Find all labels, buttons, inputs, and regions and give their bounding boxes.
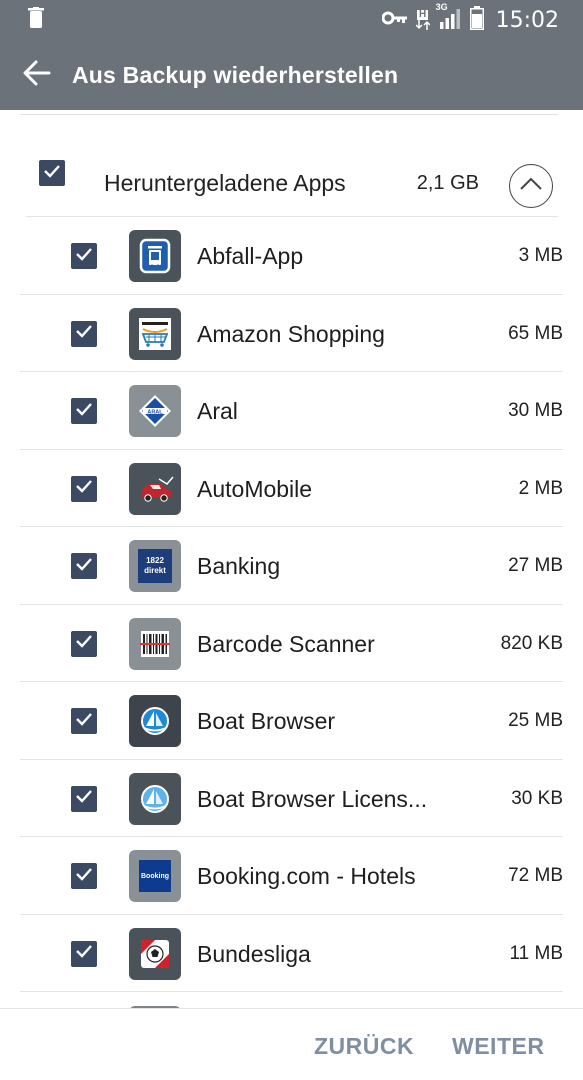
app-size: 25 MB — [508, 710, 563, 731]
svg-text:ARAL: ARAL — [147, 409, 163, 415]
app-checkbox[interactable] — [71, 553, 97, 579]
bottom-bar: ZURÜCK WEITER — [0, 1008, 583, 1080]
collapse-button[interactable] — [509, 164, 553, 208]
app-size: 2 MB — [518, 477, 563, 499]
check-icon — [75, 944, 93, 963]
check-icon — [75, 712, 93, 731]
list-item[interactable]: 1822 direkt Banking 27 MB — [0, 527, 583, 605]
barcode-icon — [129, 617, 181, 670]
app-size: 30 KB — [511, 787, 563, 809]
app-checkbox[interactable] — [71, 475, 97, 502]
amazon-icon — [129, 307, 181, 360]
app-size: 30 MB — [508, 400, 563, 421]
arrow-left-icon — [23, 60, 51, 91]
boat-browser-icon — [129, 695, 181, 747]
app-name: Amazon Shopping — [197, 320, 385, 347]
automobile-icon — [129, 462, 181, 515]
aral-icon: ARAL — [129, 385, 181, 437]
app-name: Abfall-App — [197, 243, 304, 269]
battery-icon — [469, 5, 484, 35]
app-name: Boat Browser — [197, 708, 336, 734]
signal-icon: 3G — [436, 2, 462, 35]
list-item[interactable]: Boat Browser 25 MB — [0, 682, 583, 760]
list-item[interactable]: Booking Booking.com - Hotels 72 MB — [0, 837, 583, 915]
app-size: 3 MB — [518, 245, 563, 266]
hplus-icon: H — [415, 10, 430, 30]
check-icon — [75, 324, 93, 343]
back-text-button[interactable]: ZURÜCK — [314, 1033, 414, 1060]
app-checkbox[interactable] — [71, 243, 97, 269]
list-item[interactable]: AutoMobile 2 MB — [0, 450, 583, 527]
app-name: Banking — [197, 553, 281, 579]
booking-logo-text: Booking — [141, 872, 169, 880]
group-header[interactable]: Heruntergeladene Apps 2,1 GB — [0, 130, 583, 216]
app-size: 72 MB — [508, 865, 563, 886]
divider — [20, 114, 558, 115]
app-checkbox[interactable] — [71, 320, 97, 347]
list-item[interactable]: Amazon Shopping 65 MB — [0, 295, 583, 372]
back-button[interactable] — [20, 58, 54, 92]
app-checkbox[interactable] — [71, 630, 97, 657]
check-icon — [75, 867, 93, 886]
check-icon — [75, 789, 93, 808]
group-label: Heruntergeladene Apps — [104, 170, 346, 196]
app-name: Booking.com - Hotels — [197, 863, 416, 889]
app-size: 27 MB — [508, 555, 563, 576]
app-name: Aral — [197, 398, 238, 424]
network-type: 3G — [435, 1, 448, 12]
list-item[interactable]: ARAL Aral 30 MB — [0, 372, 583, 450]
check-icon — [75, 634, 93, 653]
list-item[interactable]: Bundesliga 11 MB — [0, 915, 583, 992]
group-checkbox[interactable] — [39, 160, 65, 186]
app-name: Barcode Scanner — [197, 630, 375, 657]
check-icon — [75, 247, 93, 266]
check-icon — [75, 479, 93, 498]
backup-list[interactable]: Heruntergeladene Apps 2,1 GB Abfall-App … — [0, 110, 583, 1008]
app-list: Abfall-App 3 MB Amazon Shopping 65 MB AR… — [0, 217, 583, 992]
app-bar: Aus Backup wiederherstellen — [0, 40, 583, 110]
banking-logo-text: 1822 direkt — [144, 556, 166, 575]
check-icon — [43, 164, 61, 183]
app-name: Boat Browser Licens... — [197, 785, 428, 812]
booking-icon: Booking — [129, 850, 181, 902]
check-icon — [75, 557, 93, 576]
group-size: 2,1 GB — [416, 172, 479, 194]
list-item[interactable]: Barcode Scanner 820 KB — [0, 605, 583, 682]
list-item[interactable]: Abfall-App 3 MB — [0, 217, 583, 295]
clock: 15:02 — [495, 7, 559, 33]
banking-icon: 1822 direkt — [129, 540, 181, 592]
check-icon — [75, 402, 93, 421]
app-size: 820 KB — [500, 632, 563, 654]
booking-logo: Booking — [139, 860, 171, 892]
chevron-up-icon — [519, 177, 543, 196]
app-size: 65 MB — [508, 322, 563, 344]
status-bar: H 3G 15:02 — [0, 0, 583, 40]
abfall-app-icon — [129, 230, 181, 282]
app-size: 11 MB — [509, 942, 563, 964]
divider — [20, 991, 563, 992]
app-checkbox[interactable] — [71, 398, 97, 424]
app-checkbox[interactable] — [71, 863, 97, 889]
page-title: Aus Backup wiederherstellen — [72, 61, 399, 88]
trash-icon — [28, 6, 44, 34]
bundesliga-icon — [129, 927, 181, 980]
boat-browser-license-icon — [129, 772, 181, 825]
app-checkbox[interactable] — [71, 940, 97, 967]
list-item[interactable]: Boat Browser Licens... 30 KB — [0, 760, 583, 837]
app-checkbox[interactable] — [71, 785, 97, 812]
banking-logo: 1822 direkt — [138, 549, 172, 583]
next-button[interactable]: WEITER — [452, 1033, 544, 1060]
app-name: AutoMobile — [197, 475, 313, 502]
app-name: Bundesliga — [197, 940, 311, 967]
key-icon — [381, 11, 408, 30]
app-checkbox[interactable] — [71, 708, 97, 734]
